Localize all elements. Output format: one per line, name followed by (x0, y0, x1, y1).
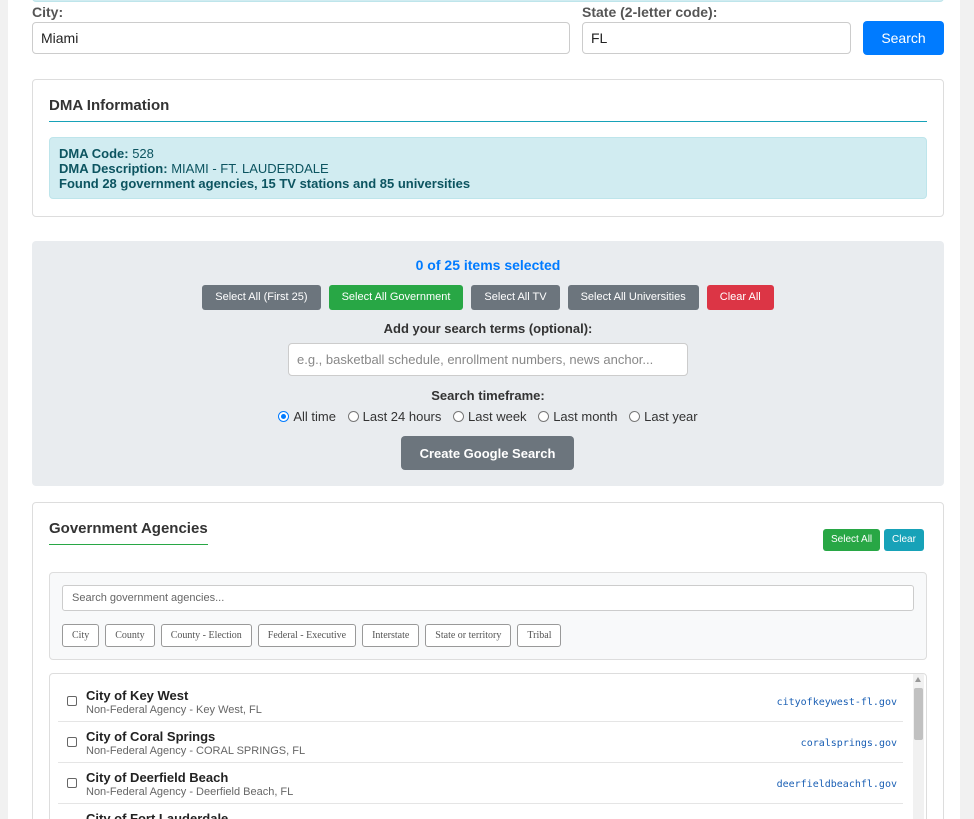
list-item[interactable]: City of Deerfield Beach Non-Federal Agen… (58, 763, 903, 804)
state-input[interactable] (582, 22, 851, 54)
filter-chip-state-or-territory[interactable]: State or territory (425, 624, 512, 647)
checkbox-icon[interactable] (67, 696, 77, 706)
dma-title: DMA Information (49, 97, 170, 114)
create-google-search-button[interactable]: Create Google Search (401, 436, 574, 470)
city-input[interactable] (32, 22, 570, 54)
timeframe-label-text: All time (293, 409, 336, 424)
list-item[interactable]: City of Coral Springs Non-Federal Agency… (58, 722, 903, 763)
government-filter-box: City County County - Election Federal - … (49, 572, 927, 660)
government-clear-button[interactable]: Clear (884, 529, 924, 551)
city-label: City: (32, 4, 64, 20)
selected-count: 0 of 25 items selected (415, 257, 561, 273)
timeframe-last-month[interactable]: Last month (538, 409, 618, 424)
agency-subtitle: Non-Federal Agency - CORAL SPRINGS, FL (86, 745, 306, 757)
search-terms-label: Add your search terms (optional): (383, 321, 593, 336)
agency-subtitle: Non-Federal Agency - Deerfield Beach, FL (86, 786, 294, 798)
list-item[interactable]: City of Key West Non-Federal Agency - Ke… (58, 681, 903, 722)
agency-domain-link[interactable]: deerfieldbeachfl.gov (777, 779, 897, 790)
agency-name: City of Key West (86, 688, 189, 703)
filter-chip-county-election[interactable]: County - Election (160, 624, 252, 647)
agency-type-filters: City County County - Election Federal - … (62, 624, 567, 647)
clear-all-button[interactable]: Clear All (706, 285, 774, 310)
dma-desc-label: DMA Description: (59, 161, 168, 176)
dma-code-label: DMA Code: (59, 146, 129, 161)
dma-card: DMA Information DMA Code: 528 DMA Descri… (32, 79, 944, 217)
timeframe-options: All time Last 24 hours Last week Last mo… (32, 409, 944, 424)
filter-chip-county[interactable]: County (105, 624, 155, 647)
radio-icon[interactable] (629, 411, 641, 422)
radio-icon[interactable] (347, 411, 359, 422)
timeframe-label-text: Last week (468, 409, 527, 424)
list-item[interactable]: City of Fort Lauderdale (58, 804, 903, 819)
agency-name: City of Coral Springs (86, 729, 216, 744)
government-agencies-card: Government Agencies Select All Clear Cit… (32, 502, 944, 819)
search-terms-input[interactable] (288, 343, 688, 376)
timeframe-label-text: Last 24 hours (362, 409, 442, 424)
government-search-input[interactable] (62, 585, 914, 611)
radio-icon[interactable] (453, 411, 465, 422)
agency-name: City of Deerfield Beach (86, 770, 229, 785)
search-button[interactable]: Search (863, 21, 944, 55)
select-all-universities-button[interactable]: Select All Universities (567, 285, 699, 310)
dma-found-text: Found 28 government agencies, 15 TV stat… (59, 176, 471, 191)
filter-chip-city[interactable]: City (62, 624, 100, 647)
bulk-select-buttons: Select All (First 25) Select All Governm… (32, 285, 944, 310)
timeframe-last-week[interactable]: Last week (453, 409, 527, 424)
select-all-government-button[interactable]: Select All Government (328, 285, 464, 310)
scroll-up-arrow-icon[interactable] (915, 677, 921, 682)
timeframe-label-text: Last month (553, 409, 618, 424)
dma-divider (49, 121, 927, 122)
radio-selected-icon[interactable] (278, 411, 290, 422)
agency-subtitle: Non-Federal Agency - Key West, FL (86, 704, 262, 716)
timeframe-last-year[interactable]: Last year (629, 409, 698, 424)
filter-chip-federal-executive[interactable]: Federal - Executive (257, 624, 357, 647)
top-info-strip (32, 0, 944, 2)
timeframe-label: Search timeframe: (431, 388, 545, 403)
agency-list: City of Key West Non-Federal Agency - Ke… (49, 673, 927, 819)
select-all-tv-button[interactable]: Select All TV (471, 285, 560, 310)
scrollbar-thumb[interactable] (914, 688, 923, 740)
agency-domain-link[interactable]: cityofkeywest-fl.gov (777, 697, 897, 708)
government-select-all-button[interactable]: Select All (823, 529, 881, 551)
dma-desc-value: MIAMI - FT. LAUDERDALE (171, 161, 329, 176)
checkbox-icon[interactable] (67, 778, 77, 788)
government-agencies-title: Government Agencies (49, 520, 208, 545)
page: City: State (2-letter code): Search DMA … (8, 0, 960, 819)
radio-icon[interactable] (538, 411, 550, 422)
selection-panel: 0 of 25 items selected Select All (First… (32, 241, 944, 486)
agency-domain-link[interactable]: coralsprings.gov (801, 738, 897, 749)
timeframe-last-24-hours[interactable]: Last 24 hours (347, 409, 442, 424)
timeframe-label-text: Last year (644, 409, 698, 424)
agency-name: City of Fort Lauderdale (86, 811, 229, 819)
state-label: State (2-letter code): (582, 4, 718, 20)
dma-code-value: 528 (132, 146, 154, 161)
dma-info-box: DMA Code: 528 DMA Description: MIAMI - F… (49, 137, 927, 199)
filter-chip-tribal[interactable]: Tribal (517, 624, 562, 647)
checkbox-icon[interactable] (67, 737, 77, 747)
filter-chip-interstate[interactable]: Interstate (362, 624, 420, 647)
timeframe-all-time[interactable]: All time (278, 409, 336, 424)
select-first-25-button[interactable]: Select All (First 25) (202, 285, 321, 310)
agency-list-scrollbar[interactable] (913, 674, 924, 819)
